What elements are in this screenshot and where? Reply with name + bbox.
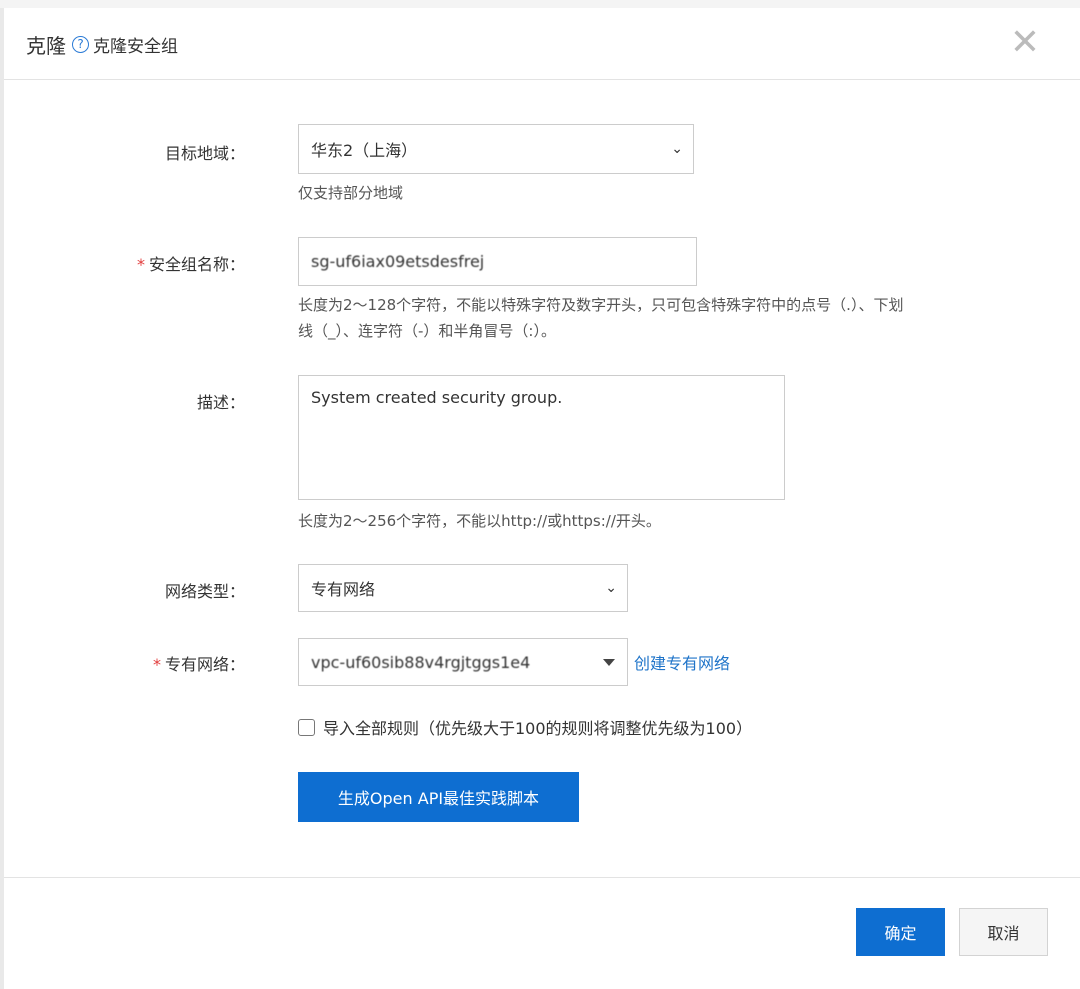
name-label-text: 安全组名称： — [148, 255, 245, 274]
generate-openapi-script-button[interactable]: 生成Open API最佳实践脚本 — [298, 772, 579, 822]
chevron-down-icon: ⌄ — [671, 141, 683, 157]
description-hint: 长度为2～256个字符，不能以http://或https://开头。 — [298, 512, 661, 530]
create-vpc-link[interactable]: 创建专有网络 — [634, 650, 730, 674]
import-rules-checkbox[interactable]: 导入全部规则（优先级大于100的规则将调整优先级为100） — [298, 715, 752, 739]
chevron-down-icon: ⌄ — [605, 580, 617, 596]
name-label: * 安全组名称： — [137, 251, 245, 275]
name-hint-line2: 线（_）、连字符（-）和半角冒号（:）。 — [298, 322, 556, 340]
vpc-value: vpc-uf60sib88v4rgjtggs1e4 — [311, 652, 531, 672]
help-icon[interactable]: ? — [72, 36, 89, 53]
network-type-select[interactable]: 专有网络 ⌄ — [298, 564, 628, 612]
vpc-select[interactable]: vpc-uf60sib88v4rgjtggs1e4 — [298, 638, 628, 686]
cancel-button[interactable]: 取消 — [959, 908, 1048, 956]
clone-security-group-dialog: 克隆 ? 克隆安全组 ✕ 目标地域： 华东2（上海） ⌄ 仅支持部分地域 * 安全… — [4, 8, 1080, 989]
region-hint: 仅支持部分地域 — [298, 184, 404, 202]
subtitle-text: 克隆安全组 — [93, 37, 178, 57]
name-hint: 长度为2～128个字符，不能以特殊字符及数字开头，只可包含特殊字符中的点号（.）… — [298, 292, 903, 344]
name-hint-line1: 长度为2～128个字符，不能以特殊字符及数字开头，只可包含特殊字符中的点号（.）… — [298, 296, 904, 314]
vpc-label-text: 专有网络： — [164, 655, 245, 674]
close-icon[interactable]: ✕ — [1010, 22, 1040, 63]
network-type-label: 网络类型： — [164, 582, 245, 601]
checkbox-icon[interactable] — [298, 718, 315, 736]
name-input[interactable]: sg-uf6iax09etsdesfrej — [298, 237, 697, 286]
import-rules-label: 导入全部规则（优先级大于100的规则将调整优先级为100） — [323, 719, 753, 738]
description-textarea[interactable]: System created security group. — [298, 375, 785, 500]
description-label: 描述： — [196, 393, 245, 412]
region-value: 华东2（上海） — [311, 141, 418, 160]
dialog-title: 克隆 ? 克隆安全组 — [26, 30, 178, 59]
vpc-label: * 专有网络： — [153, 651, 245, 675]
name-value: sg-uf6iax09etsdesfrej — [311, 252, 485, 271]
description-value: System created security group. — [311, 388, 563, 407]
dialog-header: 克隆 ? 克隆安全组 ✕ — [4, 8, 1080, 80]
region-select[interactable]: 华东2（上海） ⌄ — [298, 124, 694, 174]
required-mark: * — [152, 655, 161, 674]
caret-down-icon — [603, 658, 615, 666]
title-text: 克隆 — [26, 34, 66, 58]
footer-divider — [4, 877, 1080, 878]
region-label: 目标地域： — [164, 144, 245, 163]
required-mark: * — [136, 255, 145, 274]
network-type-value: 专有网络 — [311, 580, 376, 599]
background-page — [0, 0, 1080, 8]
confirm-button[interactable]: 确定 — [856, 908, 945, 956]
